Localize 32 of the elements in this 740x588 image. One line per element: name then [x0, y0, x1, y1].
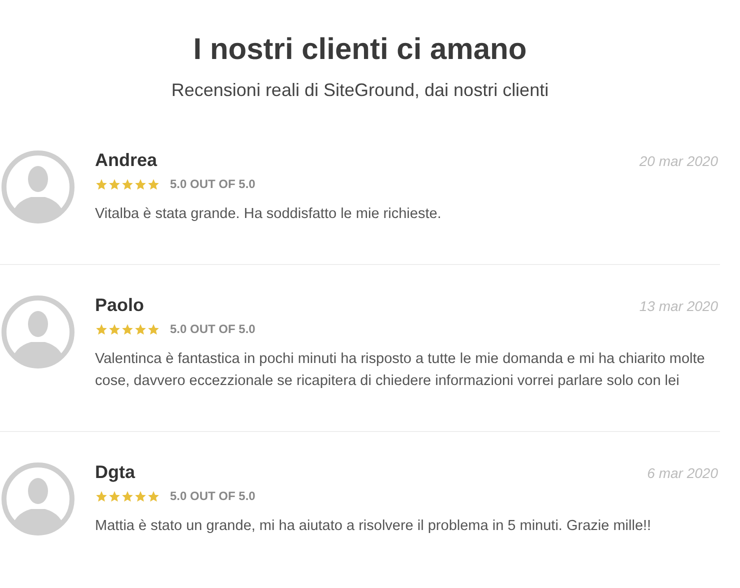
star-icon: [134, 322, 147, 336]
star-icon: [121, 178, 134, 190]
star-icon: [121, 322, 134, 336]
star-icon: [95, 322, 108, 336]
page-title: I nostri clienti ci amano: [192, 32, 528, 68]
review-text: Mattia è stato un grande, mi ha aiutato a risolvere il problema in 5 minuti. Grazie mille!!: [95, 517, 652, 536]
avatar-icon: [1, 150, 75, 224]
star-icon: [121, 490, 134, 502]
star-icon: [134, 178, 147, 190]
reviewer-name: Dgta: [95, 462, 135, 483]
rating-text: 5.0 OUT OF 5.0: [170, 489, 256, 503]
star-icon: [108, 322, 121, 336]
review-date: 6 mar 2020: [647, 465, 719, 481]
star-icon: [134, 490, 147, 502]
star-icon: [108, 178, 121, 190]
rating-text: 5.0 OUT OF 5.0: [170, 177, 256, 191]
star-icon: [147, 322, 160, 336]
review-text: Valentinca è fantastica in pochi minuti ha risposto a tutte le mie domanda e mi ha chiarito molte cose, davvero eccezzionale se ricapitera di chiedere informazioni vorrei parlare solo con lei: [95, 350, 706, 391]
reviewer-name: Paolo: [95, 295, 144, 316]
star-icon: [108, 490, 121, 502]
review-date: 13 mar 2020: [639, 298, 719, 314]
avatar-icon: [1, 462, 75, 536]
page-subtitle: Recensioni reali di SiteGround, dai nostri clienti: [170, 79, 550, 102]
star-icon: [147, 490, 160, 502]
star-icon: [95, 178, 108, 190]
star-icon: [147, 178, 160, 190]
review-date: 20 mar 2020: [639, 153, 719, 169]
star-icon: [95, 490, 108, 502]
rating-text: 5.0 OUT OF 5.0: [170, 322, 256, 336]
avatar-icon: [1, 295, 75, 369]
reviewer-name: Andrea: [95, 150, 158, 171]
review-text: Vitalba è stata grande. Ha soddisfatto le mie richieste.: [95, 205, 442, 224]
